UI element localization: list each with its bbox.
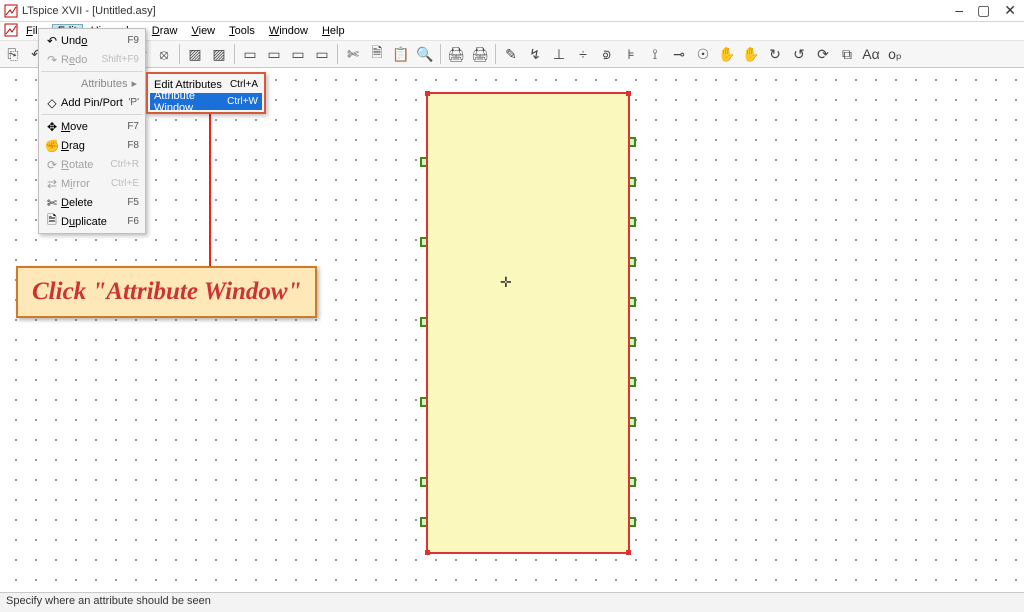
attributes-submenu: Edit AttributesCtrl+AAttribute WindowCtr… [146, 72, 266, 114]
toolbar-button[interactable]: ⊧ [620, 43, 642, 65]
cursor-crosshair: ✛ [500, 274, 512, 291]
menu-bar: File Edit Hierarchy Draw View Tools Wind… [0, 22, 1024, 40]
toolbar-button[interactable]: oₚ [884, 43, 906, 65]
resize-handle[interactable] [626, 550, 631, 555]
menu-item-undo[interactable]: ↶UndoF9 [41, 31, 143, 50]
edit-menu-dropdown: ↶UndoF9↷RedoShift+F9Attributes ▸◇Add Pin… [38, 28, 146, 234]
resize-handle[interactable] [425, 91, 430, 96]
toolbar-button[interactable]: ✎ [500, 43, 522, 65]
resize-handle[interactable] [626, 91, 631, 96]
toolbar-button[interactable]: ⟳ [812, 43, 834, 65]
submenu-item-attribute-window[interactable]: Attribute WindowCtrl+W [150, 93, 262, 110]
toolbar-button[interactable]: ÷ [572, 43, 594, 65]
toolbar-button[interactable]: 🖨 [445, 43, 467, 65]
toolbar-button[interactable]: Aα [860, 43, 882, 65]
menu-item-move[interactable]: ✥MoveF7 [41, 117, 143, 136]
menu-item-delete[interactable]: ✄DeleteF5 [41, 193, 143, 212]
resize-handle[interactable] [425, 550, 430, 555]
doc-icon [4, 23, 18, 40]
minimize-button[interactable]: – [955, 2, 963, 19]
toolbar-button[interactable]: ↯ [524, 43, 546, 65]
menu-item-rotate: ⟳RotateCtrl+R [41, 155, 143, 174]
menu-item-drag[interactable]: ✊DragF8 [41, 136, 143, 155]
toolbar-button[interactable]: ▭ [287, 43, 309, 65]
close-button[interactable]: ✕ [1004, 2, 1016, 19]
toolbar-button[interactable]: 🔍 [414, 43, 436, 65]
component-symbol[interactable] [426, 92, 630, 554]
menu-item-redo: ↷RedoShift+F9 [41, 50, 143, 69]
annotation-callout: Click "Attribute Window" [16, 266, 317, 318]
app-icon [4, 4, 18, 18]
toolbar-button[interactable]: ▭ [263, 43, 285, 65]
menu-item-duplicate[interactable]: 🗎DuplicateF6 [41, 212, 143, 231]
menu-draw[interactable]: Draw [146, 24, 184, 38]
window-title: LTspice XVII - [Untitled.asy] [22, 5, 955, 17]
toolbar-button[interactable]: ⟄ [596, 43, 618, 65]
toolbar-button[interactable]: ✋ [716, 43, 738, 65]
toolbar: ⎘↶↷🔍+🔍🔍−⦻▨▨▭▭▭▭✄🗎📋🔍🖨🖨✎↯⊥÷⟄⊧⟟⊸☉✋✋↻↺⟳⧉Aαoₚ [0, 40, 1024, 68]
menu-window[interactable]: Window [263, 24, 314, 38]
menu-view[interactable]: View [185, 24, 221, 38]
toolbar-button[interactable]: 📋 [390, 43, 412, 65]
toolbar-button[interactable]: ▭ [239, 43, 261, 65]
toolbar-button[interactable]: ⊸ [668, 43, 690, 65]
toolbar-button[interactable]: ✄ [342, 43, 364, 65]
toolbar-button[interactable]: ⟟ [644, 43, 666, 65]
title-bar: LTspice XVII - [Untitled.asy] – ▢ ✕ [0, 0, 1024, 22]
menu-item-mirror: ⇄MirrorCtrl+E [41, 174, 143, 193]
menu-help[interactable]: Help [316, 24, 351, 38]
toolbar-button[interactable]: ⊥ [548, 43, 570, 65]
toolbar-button[interactable]: 🖨 [469, 43, 491, 65]
toolbar-button[interactable]: ⧉ [836, 43, 858, 65]
toolbar-button[interactable]: ⎘ [2, 43, 24, 65]
toolbar-button[interactable]: ↻ [764, 43, 786, 65]
toolbar-button[interactable]: ▭ [311, 43, 333, 65]
toolbar-button[interactable]: 🗎 [366, 43, 388, 65]
toolbar-button[interactable]: ⦻ [153, 43, 175, 65]
menu-tools[interactable]: Tools [223, 24, 261, 38]
annotation-arrow [209, 104, 211, 267]
toolbar-button[interactable]: ☉ [692, 43, 714, 65]
toolbar-button[interactable]: ↺ [788, 43, 810, 65]
toolbar-button[interactable]: ▨ [184, 43, 206, 65]
status-bar: Specify where an attribute should be see… [0, 592, 1024, 612]
maximize-button[interactable]: ▢ [977, 2, 990, 19]
menu-item-add-pin-port[interactable]: ◇Add Pin/Port'P' [41, 93, 143, 112]
toolbar-button[interactable]: ✋ [740, 43, 762, 65]
toolbar-button[interactable]: ▨ [208, 43, 230, 65]
